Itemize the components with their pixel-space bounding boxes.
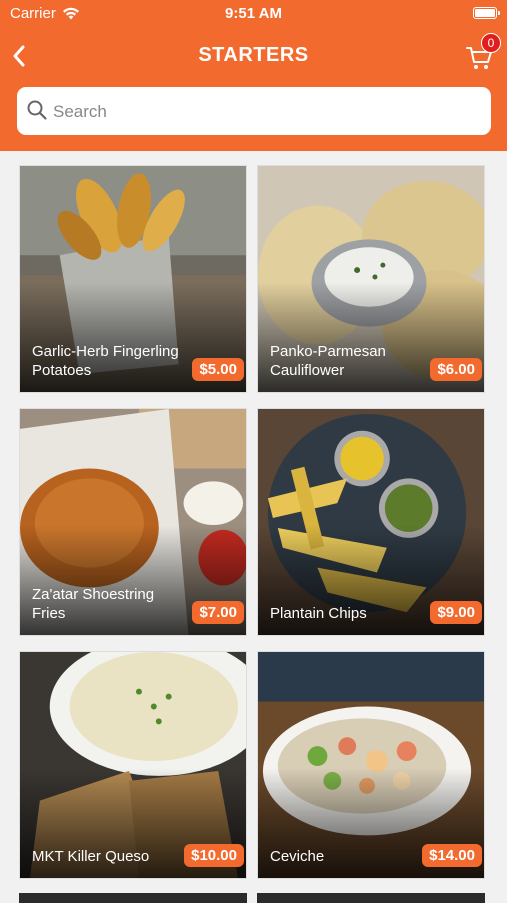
menu-item-card[interactable]: Ceviche $14.00 (257, 651, 485, 879)
item-name: Garlic-Herb Fingerling Potatoes (32, 343, 179, 379)
item-price-badge: $9.00 (430, 601, 482, 624)
item-price-badge: $14.00 (422, 844, 482, 867)
item-name: Ceviche (270, 848, 325, 865)
page-title: STARTERS (198, 44, 309, 66)
menu-item-card[interactable]: Panko-Parmesan Cauliflower $6.00 (257, 165, 485, 393)
search-input[interactable] (51, 87, 485, 137)
status-time: 9:51 AM (225, 5, 282, 22)
header: Carrier 9:51 AM STARTERS 0 (0, 0, 507, 151)
item-price-badge: $10.00 (184, 844, 244, 867)
item-name: Plantain Chips (270, 605, 367, 622)
nav-bar: STARTERS 0 (0, 32, 507, 80)
item-name: MKT Killer Queso (32, 848, 150, 865)
menu-item-card[interactable]: Plantain Chips $9.00 (257, 408, 485, 636)
next-card-peek (257, 893, 485, 903)
menu-grid: Garlic-Herb Fingerling Potatoes $5.00 Pa… (19, 165, 489, 879)
battery-icon (473, 7, 500, 19)
search-bar[interactable] (17, 87, 491, 137)
item-price-badge: $7.00 (192, 601, 244, 624)
item-name: Za'atar Shoestring Fries (32, 586, 155, 622)
status-bar: Carrier 9:51 AM (0, 0, 507, 28)
menu-item-card[interactable]: MKT Killer Queso $10.00 (19, 651, 247, 879)
search-icon (27, 100, 47, 120)
menu-item-card[interactable]: Garlic-Herb Fingerling Potatoes $5.00 (19, 165, 247, 393)
next-card-peek (19, 893, 247, 903)
item-price-badge: $5.00 (192, 358, 244, 381)
cart-count-badge: 0 (481, 33, 501, 53)
menu-item-card[interactable]: Za'atar Shoestring Fries $7.00 (19, 408, 247, 636)
item-price-badge: $6.00 (430, 358, 482, 381)
item-name: Panko-Parmesan Cauliflower (270, 343, 386, 379)
